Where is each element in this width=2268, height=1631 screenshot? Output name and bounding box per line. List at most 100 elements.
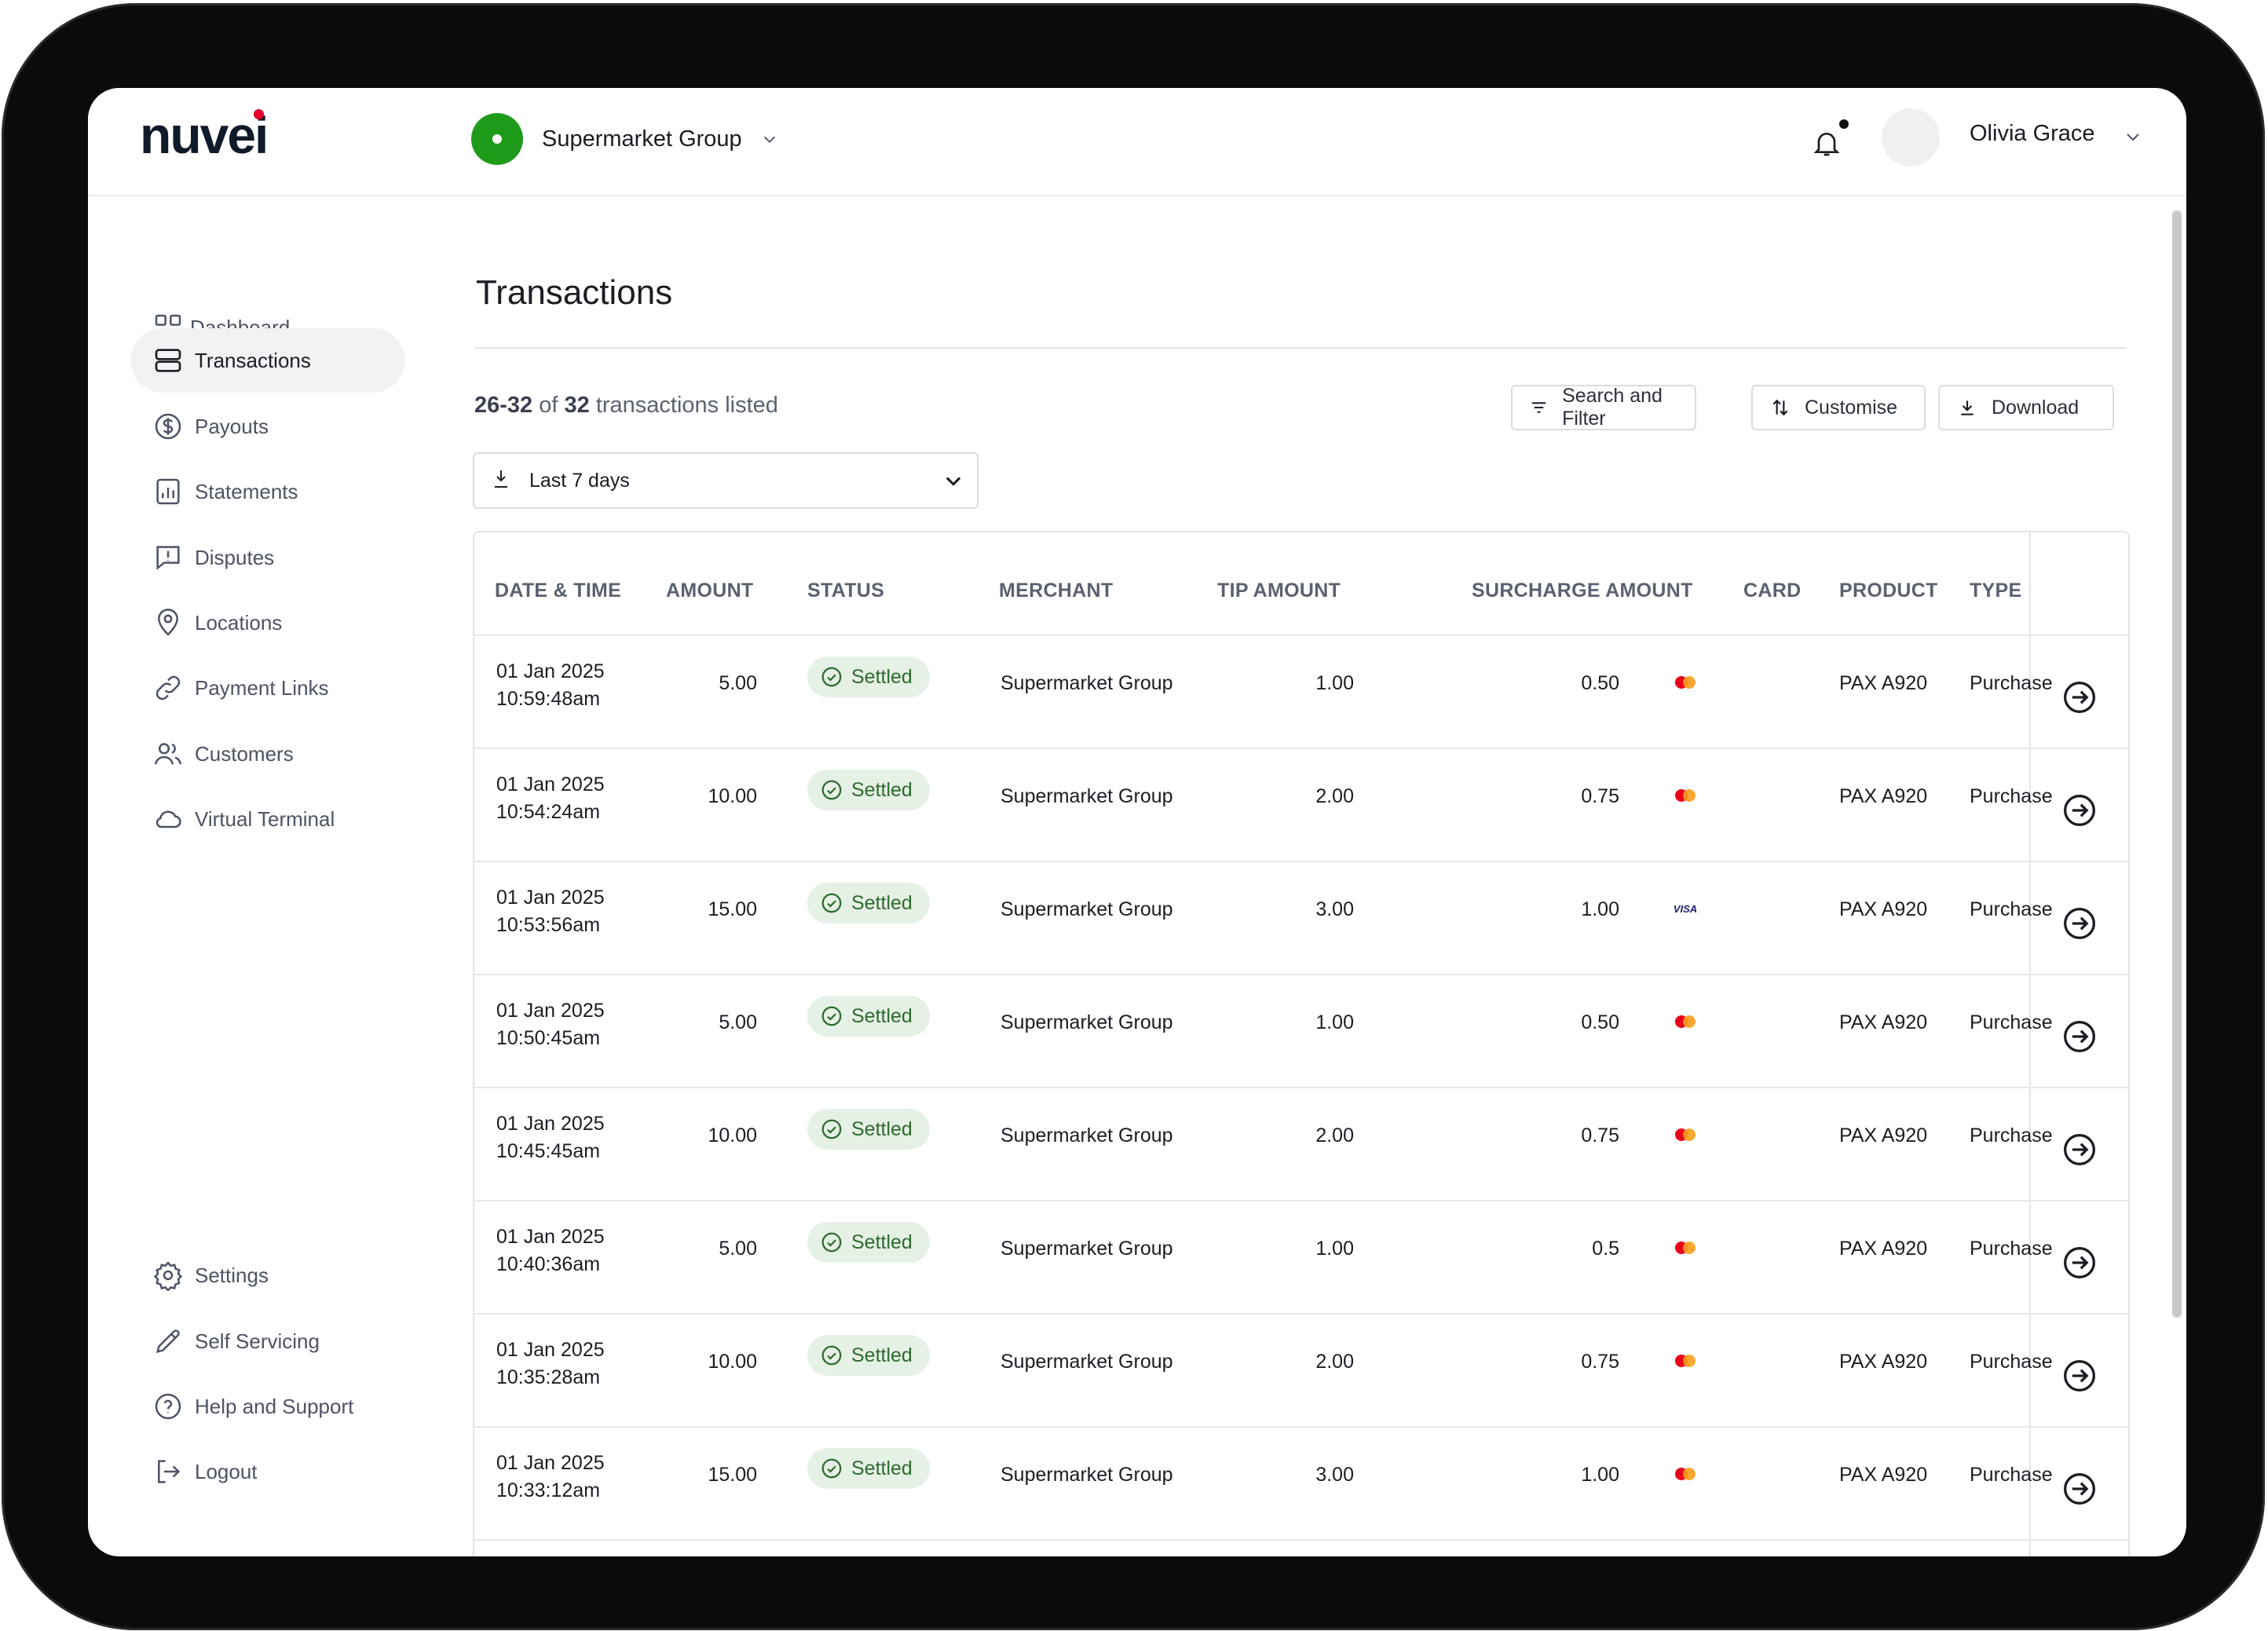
date-text: 01 Jan 2025 <box>496 1000 605 1022</box>
check-circle-icon <box>821 1345 842 1366</box>
arrow-right-circle-icon[interactable] <box>2062 680 2097 715</box>
time-text: 10:45:45am <box>496 1140 601 1162</box>
table-row[interactable]: 01 Jan 2025 10:45:45am 10.00 Settled Sup… <box>474 1087 2128 1201</box>
merchant-cell: Supermarket Group <box>1000 1125 1173 1146</box>
type-cell: Purchase <box>1970 1351 2053 1373</box>
column-header[interactable]: AMOUNT <box>666 580 754 602</box>
arrow-right-circle-icon[interactable] <box>2062 1019 2097 1054</box>
arrow-right-circle-icon[interactable] <box>2062 906 2097 941</box>
table-row[interactable]: 01 Jan 2025 10:54:24am 10.00 Settled Sup… <box>474 748 2128 862</box>
table-row[interactable]: 01 Jan 2025 10:59:48am 5.00 Settled Supe… <box>474 634 2128 749</box>
sidebar-item-transactions[interactable]: Transactions <box>130 328 405 393</box>
sidebar-item-label: Transactions <box>195 348 311 372</box>
sidebar-item-payouts[interactable]: Payouts <box>130 394 405 459</box>
type-cell: Purchase <box>1970 898 2053 920</box>
status-badge: Settled <box>807 1335 930 1376</box>
help-circle-icon <box>155 1393 181 1420</box>
chevron-down-icon <box>763 136 775 143</box>
surcharge-amount-cell: 0.5 <box>1592 1238 1619 1260</box>
mastercard-icon <box>1675 1468 1696 1480</box>
tip-amount-cell: 1.00 <box>1315 672 1354 694</box>
dollar-circle-icon <box>155 413 181 440</box>
notification-badge <box>1839 119 1849 129</box>
scrollbar[interactable] <box>2172 210 2182 1318</box>
status-text: Settled <box>851 778 913 801</box>
cloud-icon <box>155 810 181 828</box>
sidebar-item-label: Self Servicing <box>195 1329 320 1353</box>
date-range-value: Last 7 days <box>529 470 630 492</box>
merchant-name: Supermarket Group <box>542 126 742 152</box>
type-cell: Purchase <box>1970 1011 2053 1033</box>
check-circle-icon <box>821 1458 842 1479</box>
status-badge: Settled <box>807 1222 930 1263</box>
column-header[interactable]: STATUS <box>807 580 884 602</box>
customise-button[interactable]: Customise <box>1751 385 1926 430</box>
arrow-right-circle-icon[interactable] <box>2062 793 2097 828</box>
merchant-switcher[interactable]: Supermarket Group <box>471 112 778 166</box>
filter-icon <box>1531 402 1546 413</box>
product-cell: PAX A920 <box>1839 1238 1928 1260</box>
sidebar-item-help-and-support[interactable]: Help and Support <box>130 1374 405 1439</box>
status-text: Settled <box>851 1457 913 1479</box>
time-text: 10:33:12am <box>496 1479 601 1501</box>
arrow-right-circle-icon[interactable] <box>2062 1132 2097 1167</box>
arrow-right-circle-icon[interactable] <box>2062 1359 2097 1393</box>
tip-amount-cell: 3.00 <box>1315 898 1354 920</box>
date-text: 01 Jan 2025 <box>496 1339 605 1361</box>
column-header[interactable]: SURCHARGE AMOUNT <box>1472 580 1693 602</box>
column-header[interactable]: MERCHANT <box>999 580 1113 602</box>
time-text: 10:40:36am <box>496 1253 601 1275</box>
bar-chart-icon <box>156 478 180 505</box>
table-row[interactable]: 01 Jan 2025 10:40:36am 5.00 Settled Supe… <box>474 1200 2128 1315</box>
product-cell: PAX A920 <box>1839 1125 1928 1146</box>
sidebar-item-virtual-terminal[interactable]: Virtual Terminal <box>130 787 405 851</box>
date-range-select[interactable]: Last 7 days <box>473 452 979 509</box>
amount-cell: 10.00 <box>708 1125 757 1146</box>
logo-dot <box>254 109 264 119</box>
column-header[interactable]: TYPE <box>1970 580 2022 602</box>
sidebar-item-logout[interactable]: Logout <box>130 1439 405 1504</box>
sidebar-item-customers[interactable]: Customers <box>130 722 405 786</box>
mastercard-icon <box>1675 676 1696 689</box>
user-avatar[interactable] <box>1882 108 1940 166</box>
table-row[interactable]: 01 Jan 2025 10:33:12am 15.00 Settled Sup… <box>474 1426 2128 1541</box>
logout-icon <box>158 1460 181 1483</box>
amount-cell: 5.00 <box>719 1011 757 1033</box>
transactions-count: 26-32 of 32 transactions listed <box>474 393 778 419</box>
table-row[interactable]: 01 Jan 2025 10:50:45am 5.00 Settled Supe… <box>474 974 2128 1088</box>
amount-cell: 15.00 <box>708 898 757 920</box>
download-button[interactable]: Download <box>1938 385 2114 430</box>
search-filter-button[interactable]: Search and Filter <box>1511 385 1696 430</box>
date-text: 01 Jan 2025 <box>496 773 605 795</box>
user-name[interactable]: Olivia Grace <box>1970 121 2095 147</box>
surcharge-amount-cell: 0.75 <box>1581 785 1619 807</box>
sidebar-item-disputes[interactable]: Disputes <box>130 525 405 590</box>
notifications-button[interactable] <box>1811 119 1852 163</box>
sidebar-item-label: Disputes <box>195 545 275 569</box>
sidebar-item-statements[interactable]: Statements <box>130 459 405 524</box>
sidebar-item-settings[interactable]: Settings <box>130 1243 405 1307</box>
amount-cell: 15.00 <box>708 1464 757 1486</box>
chevron-down-icon[interactable] <box>2124 127 2142 146</box>
type-cell: Purchase <box>1970 1125 2053 1146</box>
sidebar-item-label: Settings <box>195 1263 269 1287</box>
column-header[interactable]: PRODUCT <box>1839 580 1938 602</box>
date-time-cell: 01 Jan 2025 10:54:24am <box>496 771 605 826</box>
merchant-cell: Supermarket Group <box>1000 785 1173 807</box>
column-header[interactable]: CARD <box>1743 580 1801 602</box>
column-header[interactable]: TIP AMOUNT <box>1217 580 1341 602</box>
brand-logo[interactable]: nuvei <box>140 105 269 165</box>
bell-icon <box>1813 133 1840 156</box>
table-row[interactable]: 01 Jan 2025 10:53:56am 15.00 Settled Sup… <box>474 861 2128 975</box>
sidebar-item-self-servicing[interactable]: Self Servicing <box>130 1309 405 1373</box>
arrow-right-circle-icon[interactable] <box>2062 1472 2097 1506</box>
search-filter-label: Search and Filter <box>1562 385 1663 430</box>
arrow-right-circle-icon[interactable] <box>2062 1245 2097 1280</box>
date-text: 01 Jan 2025 <box>496 1113 605 1135</box>
sidebar-item-payment-links[interactable]: Payment Links <box>130 656 405 720</box>
status-text: Settled <box>851 665 913 688</box>
merchant-avatar <box>471 113 523 165</box>
sidebar-item-locations[interactable]: Locations <box>130 591 405 655</box>
table-row[interactable]: 01 Jan 2025 10:35:28am 10.00 Settled Sup… <box>474 1313 2128 1428</box>
column-header[interactable]: DATE & TIME <box>495 580 621 602</box>
